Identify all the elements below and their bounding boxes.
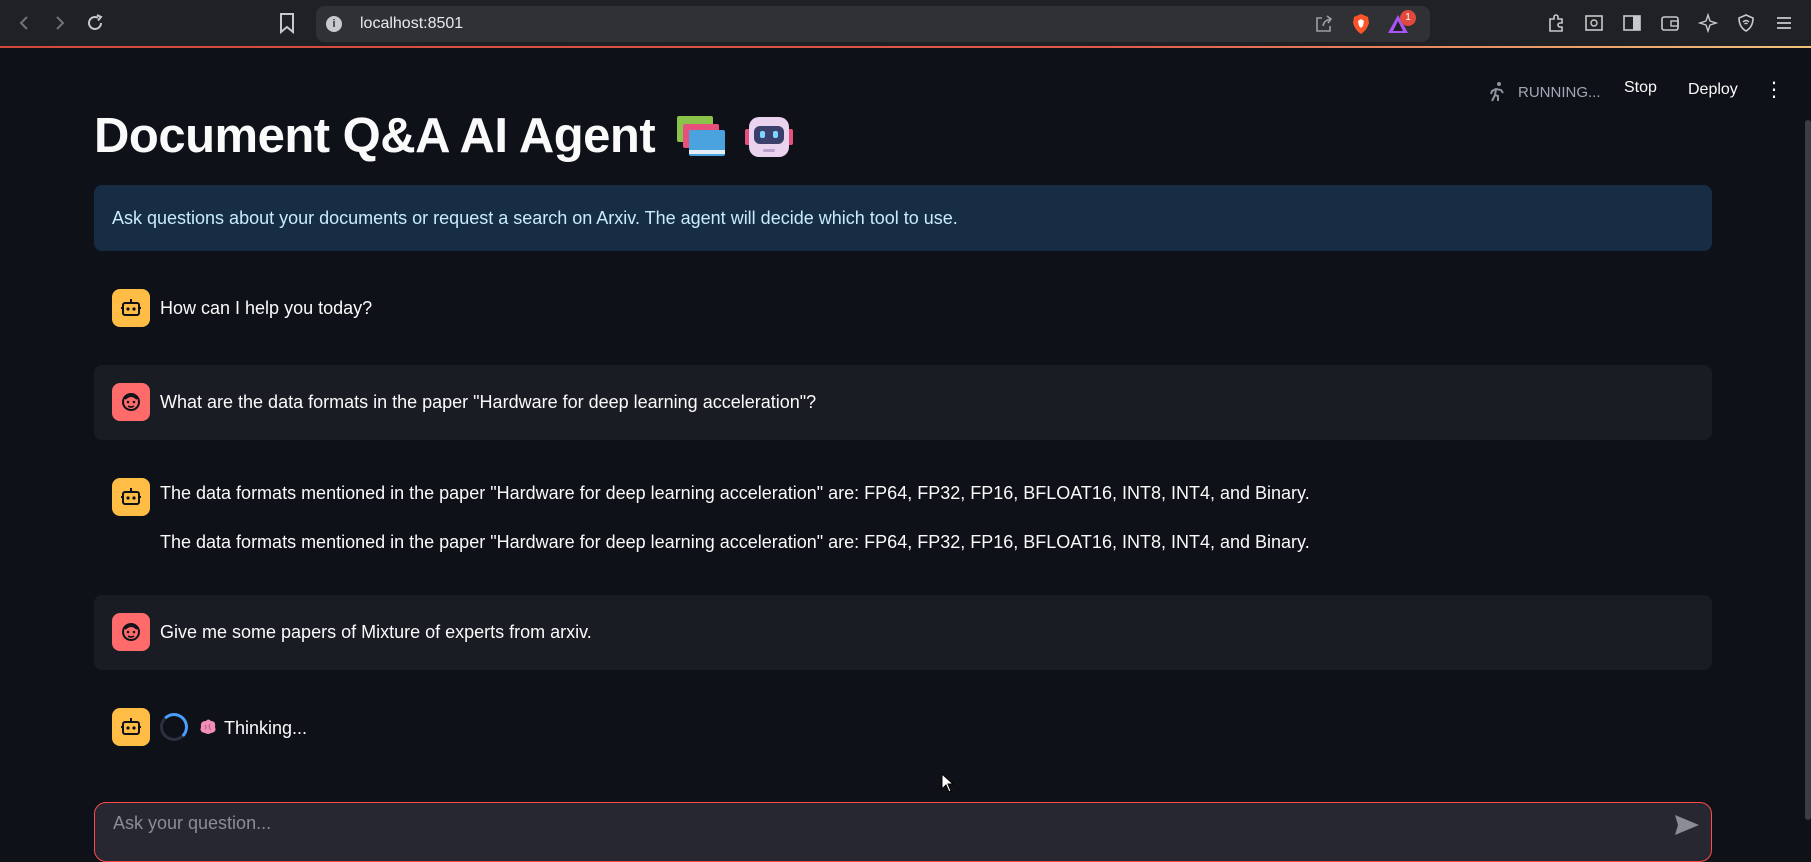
message-text-repeat: The data formats mentioned in the paper …: [160, 532, 1310, 552]
user-avatar-icon: [112, 613, 150, 651]
page-title-text: Document Q&A AI Agent: [94, 109, 656, 163]
back-icon[interactable]: [12, 10, 38, 36]
loading-spinner-icon: [160, 713, 188, 741]
address-bar[interactable]: i localhost:8501 1: [316, 6, 1430, 42]
reader-icon[interactable]: [1583, 12, 1605, 34]
send-icon[interactable]: [1673, 813, 1701, 842]
chat-message-assistant: The data formats mentioned in the paper …: [94, 462, 1712, 572]
chat-message-user: Give me some papers of Mixture of expert…: [94, 595, 1712, 670]
extension-toolbar: [1545, 12, 1795, 34]
site-info-icon[interactable]: i: [326, 16, 342, 32]
thinking-status-text: Thinking...: [224, 718, 308, 738]
brave-shields-icon[interactable]: [1350, 13, 1372, 35]
message-text: How can I help you today?: [160, 298, 373, 318]
title-emoji: [673, 113, 795, 159]
vpn-icon[interactable]: [1735, 12, 1757, 34]
message-text: What are the data formats in the paper "…: [160, 392, 817, 412]
browser-menu-icon[interactable]: [1773, 12, 1795, 34]
extensions-icon[interactable]: [1545, 12, 1567, 34]
message-text: Give me some papers of Mixture of expert…: [160, 622, 592, 642]
chat-message-user: What are the data formats in the paper "…: [94, 365, 1712, 440]
rewards-badge: 1: [1400, 10, 1416, 26]
scrollbar[interactable]: [1805, 120, 1811, 820]
info-alert: Ask questions about your documents or re…: [94, 185, 1712, 251]
reload-icon[interactable]: [82, 10, 108, 36]
chat-input[interactable]: [113, 813, 1613, 834]
page-title: Document Q&A AI Agent: [94, 108, 795, 164]
browser-toolbar: i localhost:8501 1: [0, 0, 1811, 48]
running-status: RUNNING...: [1486, 81, 1601, 103]
stop-button[interactable]: Stop: [1624, 79, 1657, 97]
share-icon[interactable]: [1314, 15, 1334, 38]
mouse-cursor-icon: [941, 773, 955, 793]
user-avatar-icon: [112, 383, 150, 421]
chat-input-container[interactable]: [94, 802, 1712, 862]
wallet-icon[interactable]: [1659, 12, 1681, 34]
chat-message-assistant: Thinking...: [94, 690, 1712, 764]
forward-icon[interactable]: [46, 10, 72, 36]
status-text: RUNNING...: [1518, 83, 1601, 101]
deploy-button[interactable]: Deploy: [1688, 81, 1738, 99]
chat-message-assistant: How can I help you today?: [94, 272, 1712, 344]
running-man-icon: [1486, 81, 1508, 103]
message-text: The data formats mentioned in the paper …: [160, 483, 1310, 503]
leo-ai-icon[interactable]: [1697, 12, 1719, 34]
info-text: Ask questions about your documents or re…: [112, 207, 958, 228]
main-menu-icon[interactable]: ⋮: [1764, 80, 1784, 100]
bookmark-icon[interactable]: [278, 12, 296, 39]
bot-avatar-icon: [112, 289, 150, 327]
books-icon: [677, 116, 726, 156]
bot-avatar-icon: [112, 478, 150, 516]
url-text[interactable]: localhost:8501: [360, 15, 463, 33]
brain-icon: [200, 719, 216, 734]
sidebar-icon[interactable]: [1621, 12, 1643, 34]
bot-avatar-icon: [112, 708, 150, 746]
robot-face-icon: [745, 117, 794, 157]
